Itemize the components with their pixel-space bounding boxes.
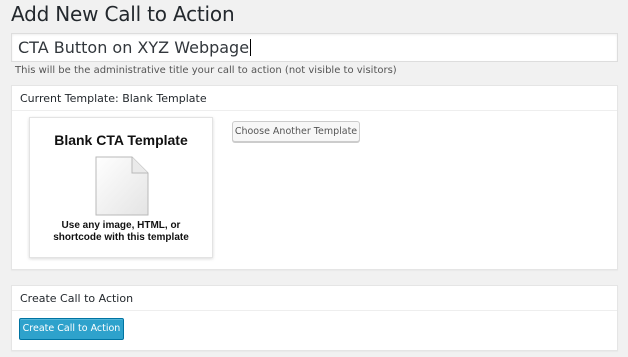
- create-box-heading: Create Call to Action: [12, 286, 617, 311]
- document-icon: [95, 156, 149, 216]
- template-preview-card[interactable]: Blank CTA Template Use any image, HTML, …: [29, 117, 213, 258]
- choose-another-template-button[interactable]: Choose Another Template: [232, 121, 360, 142]
- create-postbox: Create Call to Action Create Call to Act…: [11, 285, 618, 351]
- template-card-description: Use any image, HTML, or shortcode with t…: [40, 220, 202, 244]
- template-card-desc-line1: Use any image, HTML, or: [61, 220, 181, 231]
- title-input[interactable]: CTA Button on XYZ Webpage: [11, 33, 618, 62]
- text-caret: [250, 39, 252, 56]
- template-card-title: Blank CTA Template: [54, 132, 188, 148]
- template-card-desc-line2: shortcode with this template: [53, 232, 189, 243]
- title-help-text: This will be the administrative title yo…: [15, 65, 397, 76]
- template-postbox: Current Template: Blank Template Blank C…: [11, 85, 618, 270]
- template-box-heading: Current Template: Blank Template: [12, 86, 617, 111]
- title-input-value: CTA Button on XYZ Webpage: [18, 38, 250, 57]
- create-call-to-action-button[interactable]: Create Call to Action: [19, 318, 124, 340]
- page-title: Add New Call to Action: [11, 2, 235, 26]
